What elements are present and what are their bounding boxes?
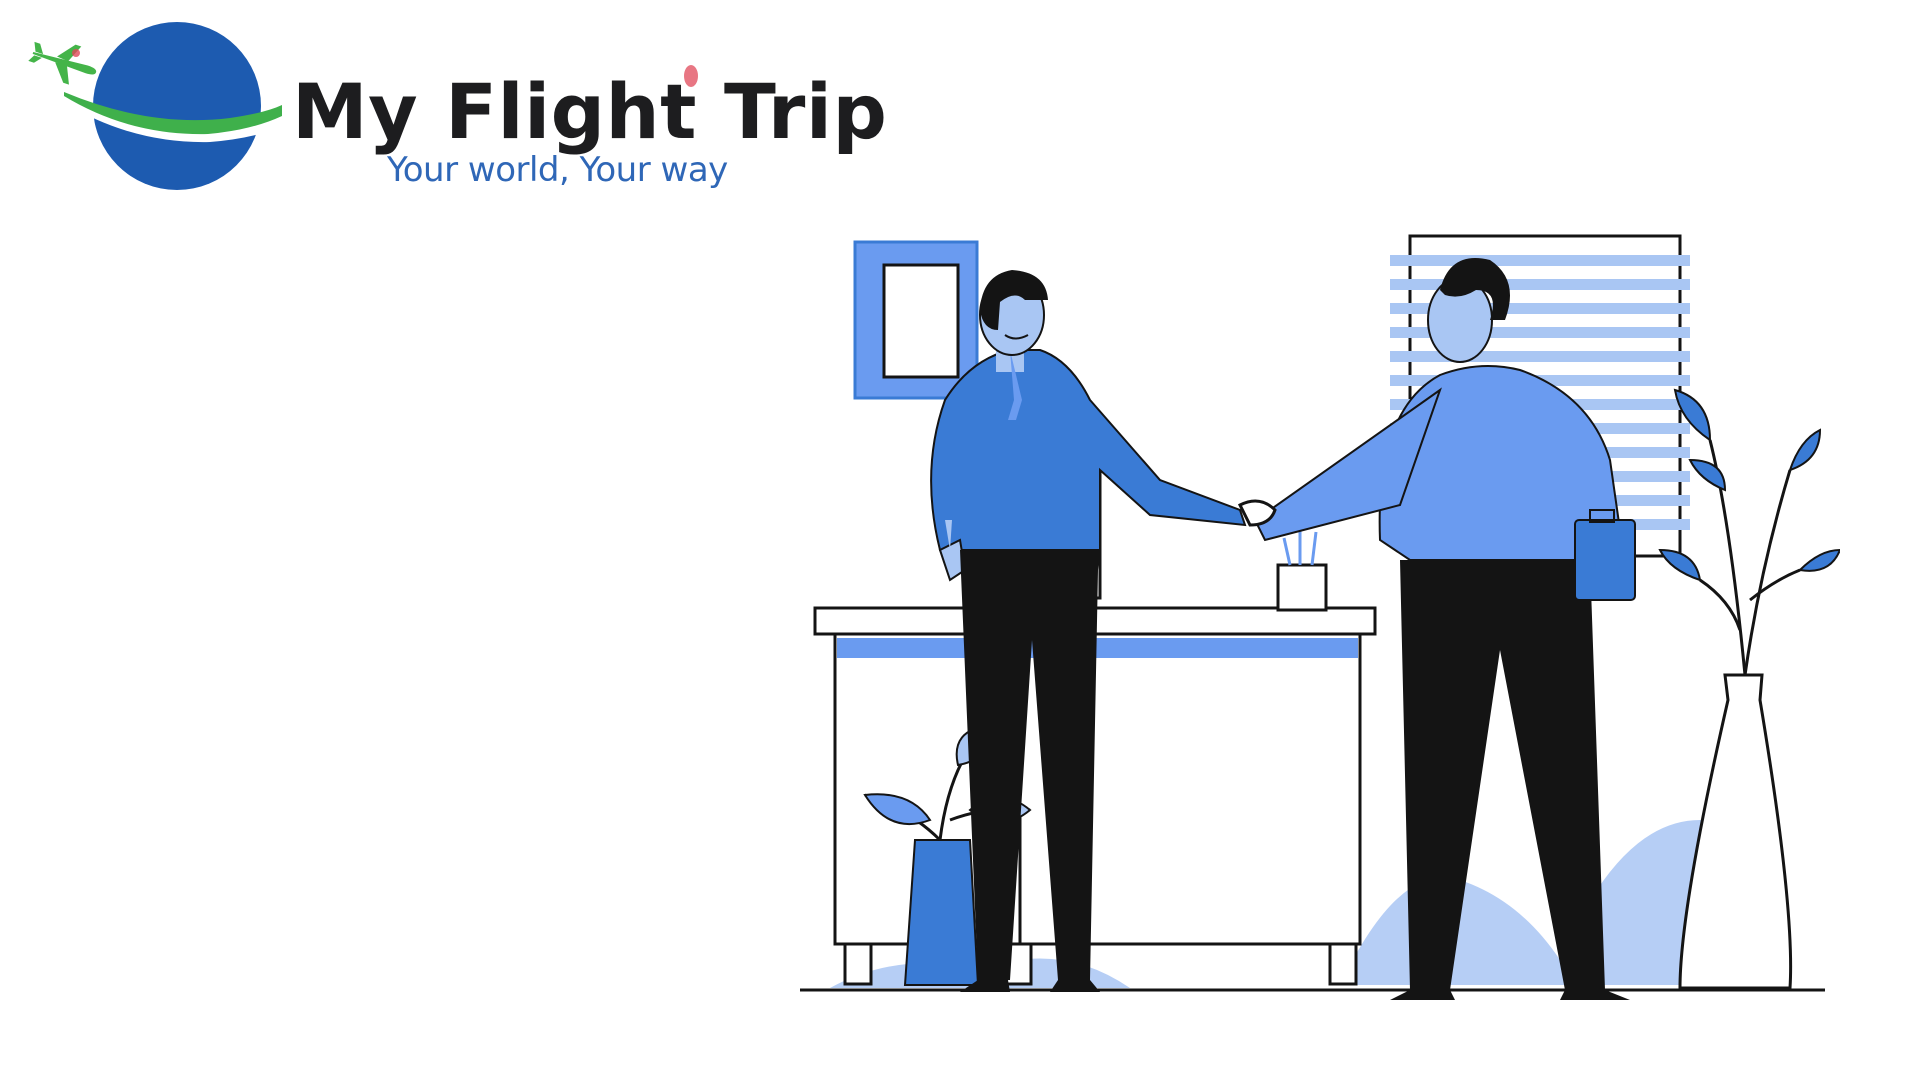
brand-name: My Flight Trip [292,67,888,156]
pencil-cup [1276,528,1328,612]
wall-frame [853,240,979,400]
brand-tagline: Your world, Your way [387,150,728,190]
logo-globe-icon [28,22,292,190]
business-handshake-illustration [800,234,1840,1000]
brand-logo[interactable]: My Flight Trip Your world, Your way [20,20,887,200]
logo-airplane-icon [28,41,97,85]
logo-accent-drop [684,65,698,87]
